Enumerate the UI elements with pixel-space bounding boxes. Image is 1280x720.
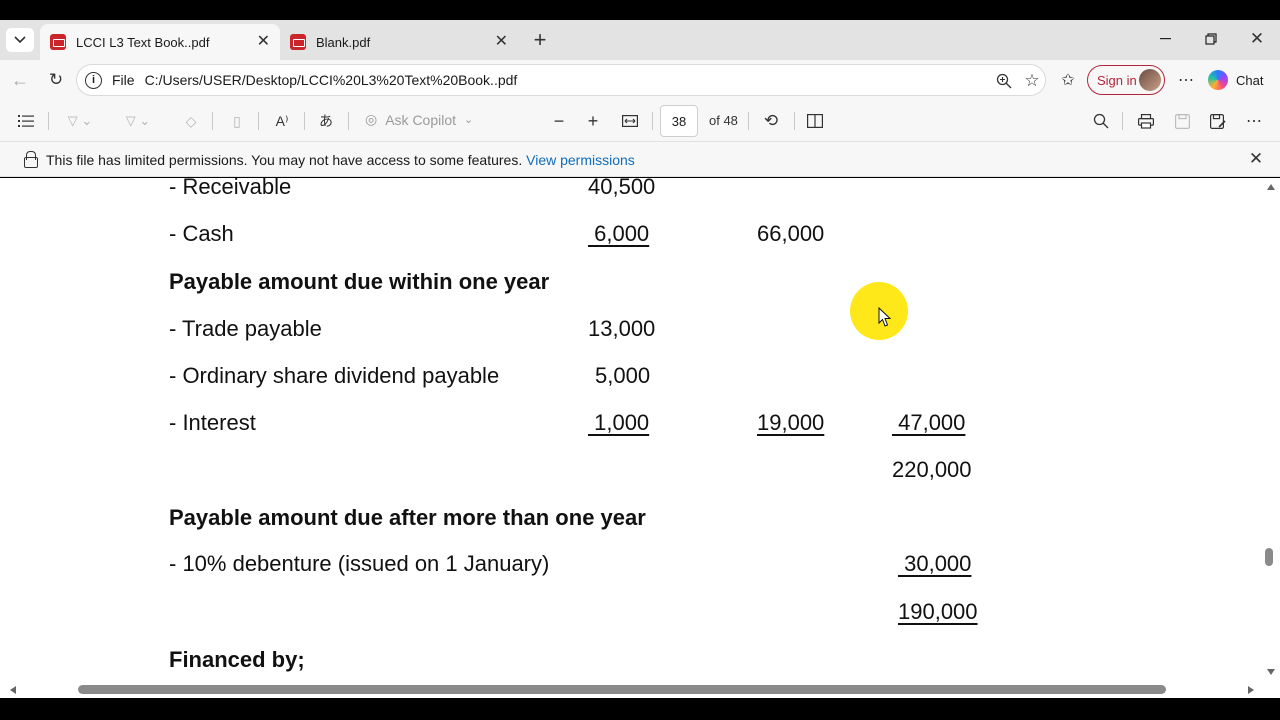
ask-copilot-button[interactable]: ◎ Ask Copilot ⌄: [365, 111, 473, 128]
row-interest-col3: 47,000: [892, 410, 966, 435]
row-debenture-col3: 30,000: [898, 551, 972, 576]
scheme-label: File: [112, 72, 135, 88]
pdf-more-icon[interactable]: ⋯: [1242, 110, 1266, 132]
site-info-icon[interactable]: i: [85, 71, 102, 89]
zoom-out-icon[interactable]: −: [548, 110, 570, 132]
ask-copilot-label: Ask Copilot: [385, 111, 457, 128]
tab-strip: LCCI L3 Text Book..pdf ✕ Blank.pdf ✕ + ✕: [0, 20, 1280, 60]
chat-label: Chat: [1236, 72, 1264, 88]
save-icon[interactable]: [1170, 110, 1194, 132]
close-tab-icon[interactable]: ✕: [257, 34, 270, 50]
zoom-icon[interactable]: [993, 70, 1015, 92]
mouse-pointer-icon: [878, 307, 892, 327]
contents-list-icon[interactable]: [14, 110, 38, 132]
page-number-input[interactable]: 38: [660, 105, 698, 137]
scroll-right-icon[interactable]: [1248, 686, 1254, 694]
favorites-icon[interactable]: ✩: [1056, 68, 1080, 92]
print-icon[interactable]: [1134, 110, 1158, 132]
row-interest-col1: 1,000: [588, 410, 650, 435]
erase-icon[interactable]: ◇: [180, 110, 202, 132]
permissions-message: This file has limited permissions. You m…: [46, 152, 635, 168]
minimize-icon[interactable]: [1154, 28, 1176, 50]
heading-payable-within-year: Payable amount due within one year: [169, 269, 550, 294]
window-bottom-edge: [0, 698, 1280, 720]
save-as-icon[interactable]: [1206, 110, 1230, 132]
tab-title: Blank.pdf: [316, 34, 371, 50]
address-bar[interactable]: i File C:/Users/USER/Desktop/LCCI%20L3%2…: [76, 64, 1046, 96]
row-cash-col1: 6,000: [588, 221, 650, 246]
copilot-outline-icon: ◎: [365, 111, 378, 127]
back-icon[interactable]: ←: [8, 68, 32, 92]
lock-icon: [24, 151, 38, 168]
address-toolbar: ← ↻ i File C:/Users/USER/Desktop/LCCI%20…: [0, 60, 1280, 100]
row-trade-payable-label: - Trade payable: [169, 316, 322, 341]
new-tab-icon[interactable]: +: [528, 27, 552, 52]
refresh-icon[interactable]: ↻: [44, 68, 68, 92]
row-receivable-label: - Receivable: [169, 178, 292, 199]
close-tab-icon[interactable]: ✕: [495, 34, 508, 50]
text-box-icon[interactable]: ▯: [226, 110, 248, 132]
tab-actions-chevron-icon[interactable]: [6, 28, 34, 52]
find-icon[interactable]: [1090, 110, 1112, 132]
zoom-in-icon[interactable]: +: [582, 110, 604, 132]
heading-financed-by: Financed by;: [169, 647, 305, 672]
view-permissions-link[interactable]: View permissions: [526, 152, 635, 168]
horizontal-scroll-thumb[interactable]: [78, 685, 1166, 694]
rotate-icon[interactable]: ⟲: [760, 110, 782, 132]
profile-signin-button[interactable]: Sign in: [1087, 65, 1165, 95]
row-interest-label: - Interest: [169, 410, 256, 435]
tab-title: LCCI L3 Text Book..pdf: [76, 34, 210, 50]
vertical-scroll-thumb[interactable]: [1265, 548, 1273, 566]
row-dividend-label: - Ordinary share dividend payable: [169, 363, 500, 388]
pdf-file-icon: [50, 34, 66, 50]
row-cash-label: - Cash: [169, 221, 234, 246]
close-window-icon[interactable]: ✕: [1246, 28, 1268, 50]
translate-icon[interactable]: あ: [314, 110, 338, 132]
pdf-toolbar: ▽ ⌄ ▽ ⌄ ◇ ▯ A⁾ あ ◎ Ask Copilot ⌄ − + 38 …: [0, 100, 1280, 142]
tab-blank-pdf[interactable]: Blank.pdf ✕: [280, 24, 518, 60]
browser-window: LCCI L3 Text Book..pdf ✕ Blank.pdf ✕ + ✕…: [0, 0, 1280, 720]
page-view-icon[interactable]: [804, 110, 826, 132]
scroll-left-icon[interactable]: [10, 686, 16, 694]
highlight-icon[interactable]: ▽ ⌄: [58, 110, 102, 132]
permissions-infobar: This file has limited permissions. You m…: [0, 142, 1280, 177]
fit-width-icon[interactable]: [619, 110, 641, 132]
chevron-down-icon: ⌄: [464, 114, 474, 126]
draw-icon[interactable]: ▽ ⌄: [116, 110, 160, 132]
permissions-text: This file has limited permissions. You m…: [46, 152, 523, 168]
read-aloud-icon[interactable]: A⁾: [270, 110, 294, 132]
row-total-col3: 190,000: [898, 599, 978, 624]
vertical-scrollbar[interactable]: [1262, 178, 1280, 684]
more-menu-icon[interactable]: ⋯: [1174, 68, 1198, 92]
row-trade-payable-col1: 13,000: [588, 316, 656, 341]
scroll-down-icon[interactable]: [1267, 669, 1275, 675]
avatar: [1139, 69, 1161, 91]
page-count: of 48: [709, 113, 738, 128]
favorite-star-icon[interactable]: ☆: [1021, 70, 1043, 92]
signin-label: Sign in: [1097, 72, 1137, 88]
copilot-chat-button[interactable]: Chat: [1208, 65, 1270, 95]
restore-icon[interactable]: [1200, 28, 1222, 50]
scroll-up-icon[interactable]: [1267, 184, 1275, 190]
pdf-file-icon: [290, 34, 306, 50]
row-debenture-label: - 10% debenture (issued on 1 January): [169, 551, 550, 576]
row-interest-col2: 19,000: [757, 410, 825, 435]
copilot-icon: [1208, 70, 1228, 90]
tab-lcci-textbook[interactable]: LCCI L3 Text Book..pdf ✕: [40, 24, 280, 60]
window-top-edge: [0, 0, 1280, 20]
row-receivable-col1: 40,500: [588, 178, 656, 199]
url-text[interactable]: C:/Users/USER/Desktop/LCCI%20L3%20Text%2…: [145, 72, 518, 88]
row-dividend-col1: 5,000: [595, 363, 651, 388]
row-subtotal-col3: 220,000: [892, 457, 972, 482]
row-cash-col2: 66,000: [757, 221, 825, 246]
pdf-page: - Receivable 40,500 - Cash 6,000 66,000 …: [0, 178, 1262, 684]
close-infobar-icon[interactable]: ✕: [1245, 148, 1267, 170]
heading-payable-after-year: Payable amount due after more than one y…: [169, 505, 646, 530]
